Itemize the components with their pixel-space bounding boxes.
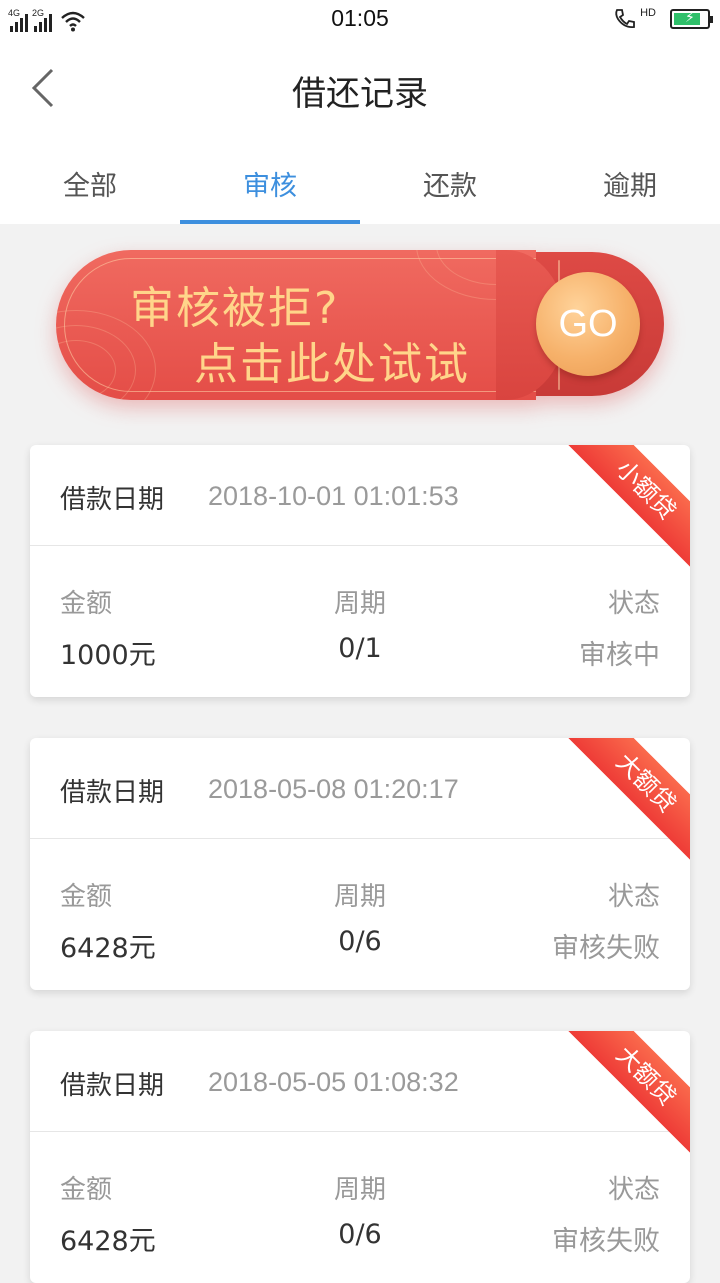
banner-subline: 点击此处试试	[194, 339, 470, 390]
status-right: HD ⚡	[612, 6, 713, 32]
status-value: 审核失败	[552, 1226, 660, 1257]
tab-repayment[interactable]: 还款	[360, 150, 540, 224]
status-value: 审核失败	[552, 933, 660, 964]
period-label: 周期	[333, 589, 386, 619]
date-value: 2018-05-08 01:20:17	[208, 774, 459, 804]
status-label: 状态	[607, 589, 660, 619]
date-label: 借款日期	[60, 1071, 165, 1101]
promo-banner[interactable]: 审核被拒? 点击此处试试 GO	[56, 250, 664, 400]
record-card[interactable]: 借款日期 2018-05-08 01:20:17 大额贷 金额 周期 状态 64…	[30, 738, 690, 990]
go-button[interactable]: GO	[536, 272, 640, 376]
tab-review[interactable]: 审核	[180, 150, 360, 224]
banner-headline: 审核被拒?	[130, 283, 340, 334]
status-label: 状态	[607, 1175, 660, 1205]
tab-all[interactable]: 全部	[0, 150, 180, 224]
date-value: 2018-05-05 01:08:32	[208, 1067, 459, 1097]
tab-bar: 全部 审核 还款 逾期	[0, 150, 720, 224]
hd-label: HD	[640, 7, 656, 19]
record-card[interactable]: 借款日期 2018-10-01 01:01:53 小额贷 金额 周期 状态 10…	[30, 445, 690, 697]
page-title: 借还记录	[292, 74, 428, 114]
status-bar: 4G 2G 01:05 HD ⚡	[0, 0, 720, 40]
date-label: 借款日期	[60, 778, 165, 808]
tab-overdue[interactable]: 逾期	[540, 150, 720, 224]
date-value: 2018-10-01 01:01:53	[208, 481, 459, 511]
status-value: 审核中	[579, 640, 660, 671]
status-label: 状态	[607, 882, 660, 912]
period-label: 周期	[333, 1175, 386, 1205]
battery-icon: ⚡	[670, 9, 713, 29]
header-area: 4G 2G 01:05 HD ⚡ 借还记录 全部 审核 还款 逾期	[0, 0, 720, 224]
period-label: 周期	[333, 882, 386, 912]
phone-call-icon	[615, 9, 636, 28]
record-card[interactable]: 借款日期 2018-05-05 01:08:32 大额贷 金额 周期 状态 64…	[30, 1031, 690, 1283]
date-label: 借款日期	[60, 485, 165, 515]
